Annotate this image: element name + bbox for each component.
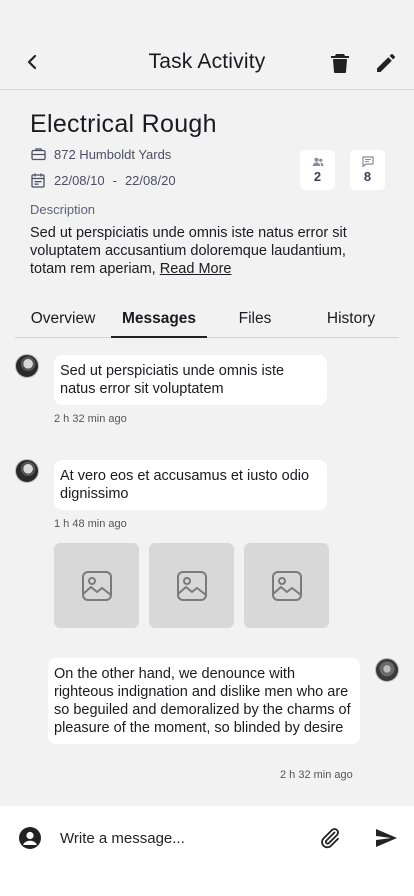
message-time: 2 h 32 min ago xyxy=(280,769,353,781)
tab-files[interactable]: Files xyxy=(207,306,303,338)
people-icon xyxy=(312,157,323,166)
start-date: 22/08/10 xyxy=(54,172,105,188)
attach-button[interactable] xyxy=(318,826,342,850)
tab-overview[interactable]: Overview xyxy=(15,306,111,338)
message-bubble: At vero eos et accusamus et iusto odio d… xyxy=(54,460,327,510)
people-count-badge[interactable]: 2 xyxy=(300,150,335,190)
image-icon xyxy=(271,570,302,601)
calendar-icon xyxy=(30,172,46,188)
edit-button[interactable] xyxy=(374,51,398,75)
task-dates: 22/08/10 - 22/08/20 xyxy=(30,172,176,188)
people-count: 2 xyxy=(313,168,322,184)
image-attachment[interactable] xyxy=(244,543,329,628)
avatar[interactable] xyxy=(15,354,39,378)
tab-messages[interactable]: Messages xyxy=(111,306,207,338)
avatar[interactable] xyxy=(15,459,39,483)
image-attachment[interactable] xyxy=(149,543,234,628)
image-attachment[interactable] xyxy=(54,543,139,628)
briefcase-icon xyxy=(30,146,46,162)
tab-history[interactable]: History xyxy=(303,306,399,338)
message-bubble: Sed ut perspiciatis unde omnis iste natu… xyxy=(54,355,327,405)
description-label: Description xyxy=(30,202,96,217)
message-composer xyxy=(0,806,414,896)
user-avatar-icon xyxy=(19,827,41,849)
message-count-badge[interactable]: 8 xyxy=(350,150,385,190)
avatar[interactable] xyxy=(375,658,399,682)
send-button[interactable] xyxy=(374,826,398,850)
date-separator: - xyxy=(112,172,117,188)
image-icon xyxy=(81,570,112,601)
address-text: 872 Humboldt Yards xyxy=(54,146,172,162)
app-header: Task Activity xyxy=(0,0,414,90)
message-time: 1 h 48 min ago xyxy=(54,518,127,530)
end-date: 22/08/20 xyxy=(124,172,176,188)
tab-bar: Overview Messages Files History xyxy=(15,306,399,338)
image-icon xyxy=(176,570,207,601)
pencil-icon xyxy=(377,54,395,72)
read-more-link[interactable]: Read More xyxy=(160,261,232,277)
message-input[interactable] xyxy=(60,826,300,850)
paperclip-icon xyxy=(321,828,339,849)
description-text: Sed ut perspiciatis unde omnis iste natu… xyxy=(30,224,386,278)
message-time: 2 h 32 min ago xyxy=(54,413,127,425)
message-bubble: On the other hand, we denounce with righ… xyxy=(48,658,360,744)
delete-button[interactable] xyxy=(328,51,352,75)
task-address: 872 Humboldt Yards xyxy=(30,146,171,162)
message-count: 8 xyxy=(363,169,372,184)
task-title: Electrical Rough xyxy=(30,110,217,138)
send-icon xyxy=(376,829,397,847)
comment-icon xyxy=(361,156,374,167)
trash-icon xyxy=(331,54,349,73)
